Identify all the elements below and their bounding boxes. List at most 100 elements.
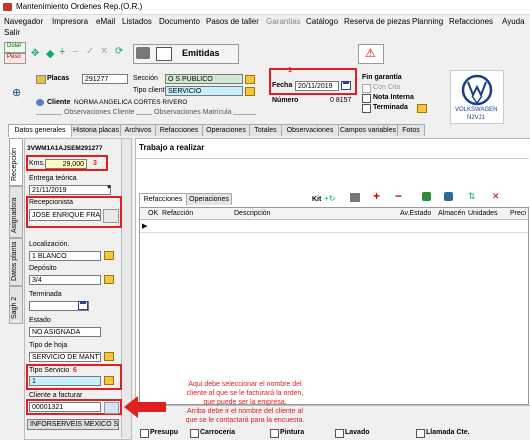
first-record-icon[interactable]: ✥: [31, 48, 39, 59]
tab-datos-generales[interactable]: Datos generales: [8, 124, 72, 137]
menu-documento[interactable]: Documento: [159, 17, 200, 26]
localizacion-field[interactable]: 1 BLANCO: [29, 251, 101, 261]
deposito-lookup-icon[interactable]: [104, 275, 114, 284]
lavado-label: Lavado: [345, 429, 370, 436]
pintura-checkbox[interactable]: [270, 429, 279, 438]
fecha-calendar-icon[interactable]: [341, 81, 351, 90]
seccion-lookup-icon[interactable]: [245, 75, 255, 84]
person-icon: [36, 99, 44, 106]
obs-cliente-label[interactable]: Observaciones Cliente: [62, 109, 137, 116]
kit-label[interactable]: Kit: [312, 196, 321, 203]
tipo-servicio-field[interactable]: 1: [29, 376, 101, 386]
cliente-facturar-lookup-button[interactable]: [104, 402, 119, 414]
terminada-calendar-icon[interactable]: [78, 301, 88, 310]
app-icon: [3, 3, 12, 11]
kms-field[interactable]: 29,000: [45, 159, 87, 169]
tab-refacciones[interactable]: Refacciones: [155, 124, 203, 136]
presupu-checkbox[interactable]: [140, 429, 149, 438]
localizacion-lookup-icon[interactable]: [104, 251, 114, 260]
col-refaccion[interactable]: Refacción: [162, 210, 193, 217]
tipo-cliente-field[interactable]: SERVICIO: [165, 86, 243, 96]
sync-refaccion-icon[interactable]: ⇅: [468, 191, 476, 202]
entrega-dropdown-icon[interactable]: ▼: [106, 185, 112, 191]
side-tab-asignadora[interactable]: Asignadora: [9, 186, 23, 238]
recepcionista-label: Recepcionista: [29, 199, 73, 206]
tab-archivos[interactable]: Archivos: [120, 124, 156, 136]
tipo-hoja-lookup-icon[interactable]: [104, 352, 114, 361]
print-refacciones-icon[interactable]: [350, 193, 360, 202]
menu-reserva-piezas[interactable]: Reserva de piezas: [344, 17, 410, 26]
tab-totales[interactable]: Totales: [249, 124, 282, 136]
tab-historia-placas[interactable]: Historia placas: [71, 124, 121, 136]
con-cita-checkbox[interactable]: [362, 84, 371, 93]
remove-refaccion-icon[interactable]: −: [395, 189, 402, 203]
placas-field[interactable]: 291277: [82, 74, 128, 84]
menu-catalogo[interactable]: Catálogo: [306, 17, 338, 26]
col-descripcion[interactable]: Descripción: [234, 210, 271, 217]
delete-record-icon[interactable]: −: [72, 46, 78, 58]
terminada-checkbox[interactable]: [362, 104, 371, 113]
col-ok[interactable]: OK: [148, 210, 158, 217]
col-unidades[interactable]: Unidades: [468, 210, 498, 217]
llamada-checkbox[interactable]: [416, 429, 425, 438]
carroceria-checkbox[interactable]: [190, 429, 199, 438]
zoom-icon[interactable]: ⊕: [12, 86, 21, 99]
nota-interna-checkbox[interactable]: [362, 94, 371, 103]
obs-matricula-label[interactable]: Observaciones Matrícula: [152, 109, 234, 116]
side-tab-recepcion[interactable]: Recepción: [9, 138, 23, 186]
tab-fotos[interactable]: Fotos: [397, 124, 425, 136]
menu-email[interactable]: eMail: [96, 17, 115, 26]
peso-button[interactable]: Peso: [4, 53, 26, 64]
add-refaccion-icon[interactable]: +: [373, 189, 380, 203]
accept-refaccion-icon[interactable]: [422, 192, 431, 201]
menu-garantias[interactable]: Garantias: [266, 17, 301, 26]
side-tab-sagh2[interactable]: Sagh 2: [9, 286, 23, 324]
recepcionista-lookup-button[interactable]: [103, 209, 119, 223]
menu-ayuda[interactable]: Ayuda: [502, 17, 525, 26]
menu-salir[interactable]: Salir: [4, 28, 20, 37]
menu-impresora[interactable]: Impresora: [52, 17, 88, 26]
tab-operaciones[interactable]: Operaciones: [202, 124, 250, 136]
left-panel-scrollbar[interactable]: [121, 139, 131, 438]
entrega-field[interactable]: 21/11/2019: [29, 185, 111, 195]
warning-button[interactable]: ⚠: [358, 44, 384, 64]
lavado-checkbox[interactable]: [335, 429, 344, 438]
estado-field[interactable]: NO ASIGNADA: [29, 327, 101, 337]
side-tab-datos-planta[interactable]: Datos planta: [9, 238, 23, 286]
add-record-icon[interactable]: +: [59, 46, 65, 58]
tipo-hoja-field[interactable]: SERVICIO DE MANTT: [29, 352, 101, 362]
subtab-refacciones[interactable]: Refacciones: [139, 193, 187, 206]
document-icon[interactable]: [156, 47, 172, 61]
estado-label: Estado: [29, 317, 51, 324]
print-icon[interactable]: [136, 47, 150, 59]
seccion-field[interactable]: O S PUBLICO: [165, 74, 243, 84]
tab-observaciones[interactable]: Observaciones: [281, 124, 339, 136]
confirm-icon[interactable]: ✓: [86, 46, 94, 57]
col-almacen[interactable]: Almacén: [438, 210, 465, 217]
side-tabs: Recepción Asignadora Datos planta Sagh 2: [9, 138, 23, 438]
tipo-servicio-lookup-icon[interactable]: [104, 376, 114, 385]
cancel-icon[interactable]: ✕: [100, 46, 108, 57]
tipo-cliente-lookup-icon[interactable]: [245, 87, 255, 96]
fecha-field[interactable]: 20/11/2019: [295, 81, 339, 91]
menu-pasos-taller[interactable]: Pasos de taller: [206, 17, 259, 26]
menu-listados[interactable]: Listados: [122, 17, 152, 26]
menu-refacciones[interactable]: Refacciones: [449, 17, 493, 26]
col-av-estado[interactable]: Av.Estado: [400, 210, 431, 217]
subtab-operaciones[interactable]: Operaciones: [186, 193, 232, 205]
col-precio[interactable]: Preci: [510, 210, 526, 217]
refresh-icon[interactable]: ⟳: [115, 46, 123, 57]
prev-record-icon[interactable]: ◆: [46, 47, 54, 60]
close-refaccion-icon[interactable]: ✕: [492, 191, 500, 202]
kit-add-icon[interactable]: +↻: [324, 194, 335, 203]
export-refaccion-icon[interactable]: [444, 192, 453, 201]
terminada-lookup-icon[interactable]: [417, 104, 427, 113]
tab-campos-variables[interactable]: Campos variables: [338, 124, 398, 136]
menu-planning[interactable]: Planning: [412, 17, 443, 26]
recepcionista-field[interactable]: JOSE ENRIQUE FRAN: [29, 209, 101, 221]
deposito-field[interactable]: 3/4: [29, 275, 101, 285]
dolar-button[interactable]: Dolar: [4, 42, 26, 53]
menu-navegador[interactable]: Navegador: [4, 17, 43, 26]
cliente-facturar-field[interactable]: 00001321: [29, 402, 101, 412]
con-cita-label: Con Cita: [373, 84, 401, 91]
